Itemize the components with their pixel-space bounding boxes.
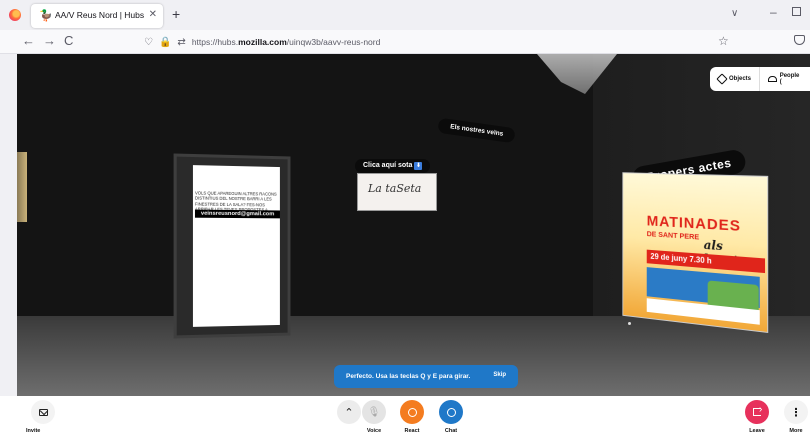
chat-bubble-icon (446, 407, 456, 417)
expand-button[interactable]: ⌃ (337, 400, 361, 424)
matinades-subtitle: DE SANT PERE (646, 229, 700, 242)
leave-button[interactable] (745, 400, 769, 424)
chat-label: Chat (444, 428, 458, 434)
tab-close-button[interactable]: ✕ (149, 9, 157, 20)
kebab-icon: ⋮ (790, 406, 802, 419)
chat-button[interactable] (439, 400, 463, 424)
star-icon[interactable]: ☆ (718, 34, 729, 48)
pocket-icon[interactable] (794, 35, 805, 45)
tab-title: AA/V Reus Nord | Hubs by Mozi (55, 10, 145, 20)
poster-email: veinsreusnord@gmail.com (194, 209, 280, 219)
scene-toolbar: Objects People ( (710, 67, 810, 91)
react-label: React (404, 428, 420, 434)
minimize-button[interactable]: – (770, 5, 777, 19)
react-control[interactable]: React (400, 400, 424, 434)
chat-control[interactable]: Chat (439, 400, 463, 434)
reload-button[interactable]: C (64, 33, 73, 49)
address-bar[interactable]: ♡ 🔒 ⇄ https://hubs.mozilla.com/uinqw3b/a… (144, 34, 380, 50)
people-button[interactable]: People ( (759, 67, 810, 91)
invite-label: Invite (26, 428, 41, 434)
more-control[interactable]: ⋮ More (784, 400, 808, 434)
permissions-icon[interactable]: ⇄ (177, 37, 185, 48)
la-taseta-text: La taSeta (368, 182, 422, 195)
poster-paper: VOLS QUE APAREGUIN ALTRES RACONS DISTINT… (192, 165, 280, 327)
expand-control[interactable]: ⌃ (337, 400, 361, 424)
nav-bar: ← → C ♡ 🔒 ⇄ https://hubs.mozilla.com/uin… (0, 30, 810, 54)
shield-icon[interactable]: ♡ (144, 37, 153, 48)
hubs-3d-scene[interactable]: VOLS QUE APAREGUIN ALTRES RACONS DISTINT… (17, 54, 810, 396)
react-button[interactable] (400, 400, 424, 424)
voice-label: Voice (366, 428, 382, 434)
chevron-up-icon: ⌃ (344, 406, 354, 419)
url-text[interactable]: https://hubs.mozilla.com/uinqw3b/aavv-re… (192, 37, 381, 47)
leave-icon (753, 404, 762, 416)
voice-control[interactable]: 🎙 Voice (362, 400, 386, 434)
smiley-icon (407, 407, 417, 417)
leave-control[interactable]: Leave (745, 400, 769, 434)
window-poster-frame[interactable]: VOLS QUE APAREGUIN ALTRES RACONS DISTINT… (173, 153, 291, 339)
left-picture-frame[interactable] (17, 152, 27, 222)
leave-label: Leave (749, 428, 765, 434)
objects-icon (716, 73, 728, 85)
bottom-toolbar: Invite ⌃ 🎙 Voice React Chat Leave ⋮ Mo (0, 396, 810, 438)
tab-list-button[interactable]: ∨ (731, 8, 738, 19)
toast-message: Perfecto. Usa las teclas Q y E para gira… (346, 373, 471, 380)
down-arrow-icon: ⬇ (414, 162, 423, 170)
matinades-poster[interactable]: MATINADES DE SANT PERE als barris 29 de … (622, 172, 769, 334)
invite-button[interactable] (31, 400, 55, 424)
more-label: More (789, 428, 803, 434)
new-tab-button[interactable]: + (172, 6, 180, 22)
clica-label: Clica aquí sota ⬇ (355, 159, 431, 173)
mic-muted-icon: 🎙 (367, 406, 381, 418)
envelope-icon (38, 408, 48, 416)
more-button[interactable]: ⋮ (784, 400, 808, 424)
invite-control[interactable]: Invite (26, 400, 55, 434)
lock-icon[interactable]: 🔒 (159, 37, 171, 48)
back-button[interactable]: ← (22, 33, 35, 49)
active-tab[interactable]: 🦆 AA/V Reus Nord | Hubs by Mozi ✕ (31, 4, 163, 28)
forward-button[interactable]: → (43, 33, 56, 49)
veins-label: Els nostres veïns (437, 117, 517, 144)
people-icon (768, 76, 777, 82)
objects-button[interactable]: Objects (710, 67, 759, 91)
skip-button[interactable]: Skip (493, 372, 506, 378)
reticle-dot (628, 322, 631, 325)
hubs-favicon-icon: 🦆 (39, 10, 53, 22)
voice-button[interactable]: 🎙 (362, 400, 386, 424)
firefox-logo-icon[interactable] (9, 9, 21, 21)
maximize-button[interactable] (792, 7, 801, 16)
la-taseta-sign[interactable]: La taSeta (357, 173, 437, 211)
tab-bar: 🦆 AA/V Reus Nord | Hubs by Mozi ✕ + ∨ – (0, 0, 810, 30)
tutorial-toast: Perfecto. Usa las teclas Q y E para gira… (334, 365, 518, 388)
